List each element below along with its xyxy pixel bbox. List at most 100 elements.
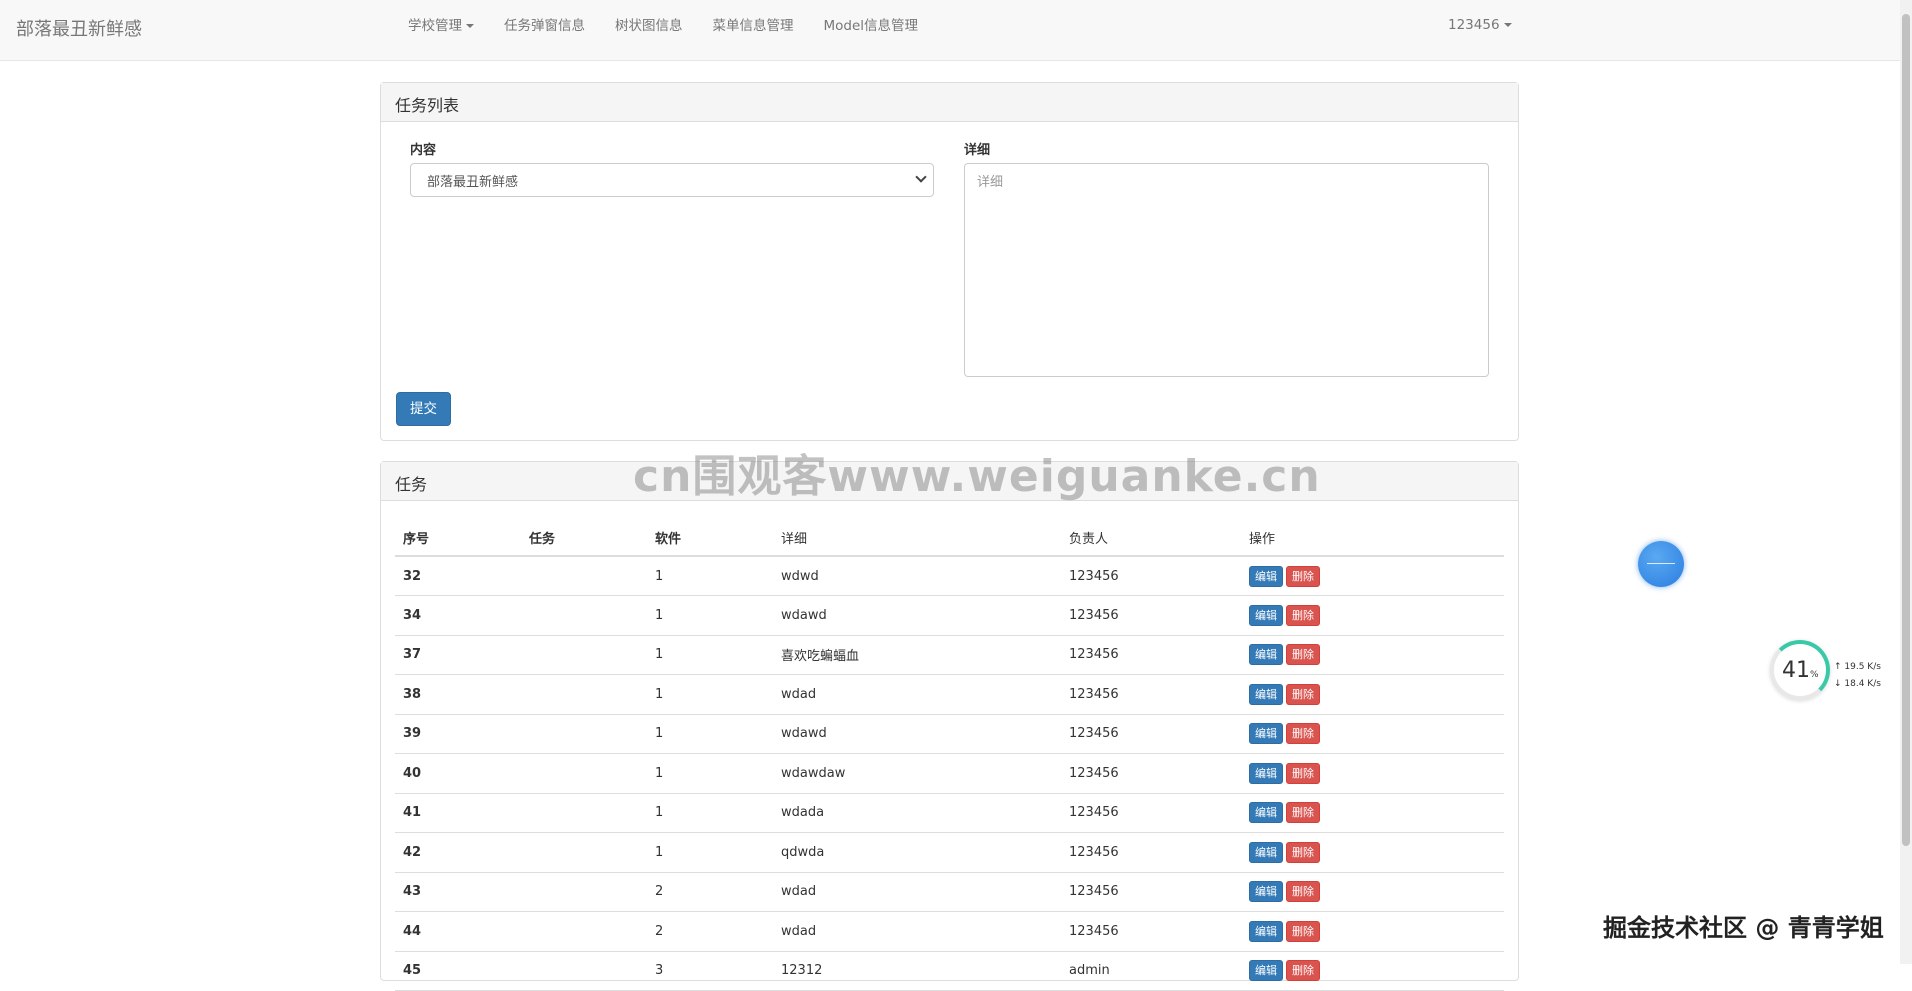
delete-button[interactable]: 删除 [1286,802,1320,824]
nav-item-tree-info[interactable]: 树状图信息 [600,17,698,35]
cell-owner: 123456 [1061,635,1241,675]
detail-textarea[interactable]: 详细 [964,163,1489,377]
user-menu[interactable]: 123456 [1448,17,1512,33]
cell-owner: 123456 [1061,832,1241,873]
cell-detail: wdada [773,793,1061,833]
assistant-line-icon [1647,563,1675,564]
network-speed-widget[interactable]: 41% ↑ 19.5 K/s ↓ 18.4 K/s [1770,640,1894,702]
cell-task [521,556,647,596]
col-header-actions: 操作 [1241,520,1504,557]
edit-button[interactable]: 编辑 [1249,723,1283,745]
edit-button[interactable]: 编辑 [1249,604,1283,626]
cell-actions: 编辑 删除 [1241,793,1504,833]
upload-speed: ↑ 19.5 K/s [1834,662,1881,672]
table-row: 32 1 wdwd 123456 编辑 删除 [395,556,1504,596]
edit-button[interactable]: 编辑 [1249,960,1283,982]
cell-software: 3 [647,951,773,991]
cell-detail: wdawdaw [773,753,1061,794]
cell-actions: 编辑 删除 [1241,911,1504,952]
delete-button[interactable]: 删除 [1286,920,1320,942]
cell-task [521,674,647,715]
nav-item-task-popup[interactable]: 任务弹窗信息 [489,17,600,35]
delete-button[interactable]: 删除 [1286,841,1320,863]
cell-task [521,595,647,636]
cell-software: 1 [647,832,773,873]
detail-label: 详细 [964,143,991,158]
cell-task [521,832,647,873]
submit-button[interactable]: 提交 [396,392,451,426]
delete-button[interactable]: 删除 [1286,604,1320,626]
edit-button[interactable]: 编辑 [1249,683,1283,705]
cell-software: 1 [647,635,773,675]
cell-task [521,753,647,794]
edit-button[interactable]: 编辑 [1249,644,1283,666]
cell-task [521,635,647,675]
cell-id: 44 [395,911,521,952]
nav-item-menu-management[interactable]: 菜单信息管理 [698,17,809,35]
edit-button[interactable]: 编辑 [1249,841,1283,863]
edit-button[interactable]: 编辑 [1249,802,1283,824]
delete-button[interactable]: 删除 [1286,565,1320,587]
task-form-panel: 任务列表 内容 部落最丑新鲜感 详细 详细 提交 [380,82,1519,441]
delete-button[interactable]: 删除 [1286,960,1320,982]
delete-button[interactable]: 删除 [1286,881,1320,903]
caret-down-icon [466,24,474,28]
nav-item-label: 任务弹窗信息 [504,18,585,34]
nav-item-label: Model信息管理 [823,18,919,34]
cell-task [521,714,647,754]
table-row: 45 3 12312 admin 编辑 删除 [395,951,1504,991]
col-header-detail: 详细 [773,520,1061,557]
cell-software: 2 [647,872,773,912]
table-row: 38 1 wdad 123456 编辑 删除 [395,674,1504,715]
nav-item-model-management[interactable]: Model信息管理 [809,17,934,35]
cell-detail: wdawd [773,595,1061,636]
table-row: 34 1 wdawd 123456 编辑 删除 [395,595,1504,636]
nav-item-school-management[interactable]: 学校管理 [393,17,489,35]
table-row: 40 1 wdawdaw 123456 编辑 删除 [395,753,1504,794]
cell-id: 45 [395,951,521,991]
cell-owner: admin [1061,951,1241,991]
cell-actions: 编辑 删除 [1241,832,1504,873]
cell-detail: wdad [773,674,1061,715]
speed-percent: 41% [1782,658,1819,683]
edit-button[interactable]: 编辑 [1249,762,1283,784]
table-row: 42 1 qdwda 123456 编辑 删除 [395,832,1504,873]
cell-detail: 喜欢吃蝙蝠血 [773,635,1061,675]
table-row: 44 2 wdad 123456 编辑 删除 [395,911,1504,952]
top-navbar: 部落最丑新鲜感 学校管理 任务弹窗信息 树状图信息 菜单信息管理 Model信息… [0,0,1900,61]
col-header-id: 序号 [395,520,521,557]
cell-actions: 编辑 删除 [1241,753,1504,794]
content-select[interactable]: 部落最丑新鲜感 [410,163,934,197]
download-value: 18.4 K/s [1844,679,1881,689]
corner-watermark: 掘金技术社区 @ 青青学姐 [1603,914,1884,942]
cell-software: 1 [647,753,773,794]
table-row: 41 1 wdada 123456 编辑 删除 [395,793,1504,833]
cell-software: 1 [647,674,773,715]
delete-button[interactable]: 删除 [1286,762,1320,784]
cell-owner: 123456 [1061,793,1241,833]
table-row: 37 1 喜欢吃蝙蝠血 123456 编辑 删除 [395,635,1504,675]
caret-down-icon [1503,23,1512,27]
cell-detail: wdawd [773,714,1061,754]
cell-owner: 123456 [1061,556,1241,596]
cell-detail: 12312 [773,951,1061,991]
cell-owner: 123456 [1061,595,1241,636]
scrollbar-thumb[interactable] [1902,14,1910,846]
delete-button[interactable]: 删除 [1286,723,1320,745]
cell-task [521,872,647,912]
table-row: 39 1 wdawd 123456 编辑 删除 [395,714,1504,754]
cell-actions: 编辑 删除 [1241,595,1504,636]
brand-link[interactable]: 部落最丑新鲜感 [16,15,142,41]
edit-button[interactable]: 编辑 [1249,920,1283,942]
cell-id: 39 [395,714,521,754]
cell-actions: 编辑 删除 [1241,951,1504,991]
cell-id: 40 [395,753,521,794]
delete-button[interactable]: 删除 [1286,644,1320,666]
delete-button[interactable]: 删除 [1286,683,1320,705]
edit-button[interactable]: 编辑 [1249,881,1283,903]
task-table-panel: 任务 序号 任务 软件 详细 负责人 操作 32 1 wdwd 123456 编辑 删除 … [380,461,1519,991]
floating-assistant-button[interactable] [1638,541,1684,587]
edit-button[interactable]: 编辑 [1249,565,1283,587]
cell-software: 2 [647,911,773,952]
task-table: 序号 任务 软件 详细 负责人 操作 32 1 wdwd 123456 编辑 删除 34 1… [395,520,1504,991]
